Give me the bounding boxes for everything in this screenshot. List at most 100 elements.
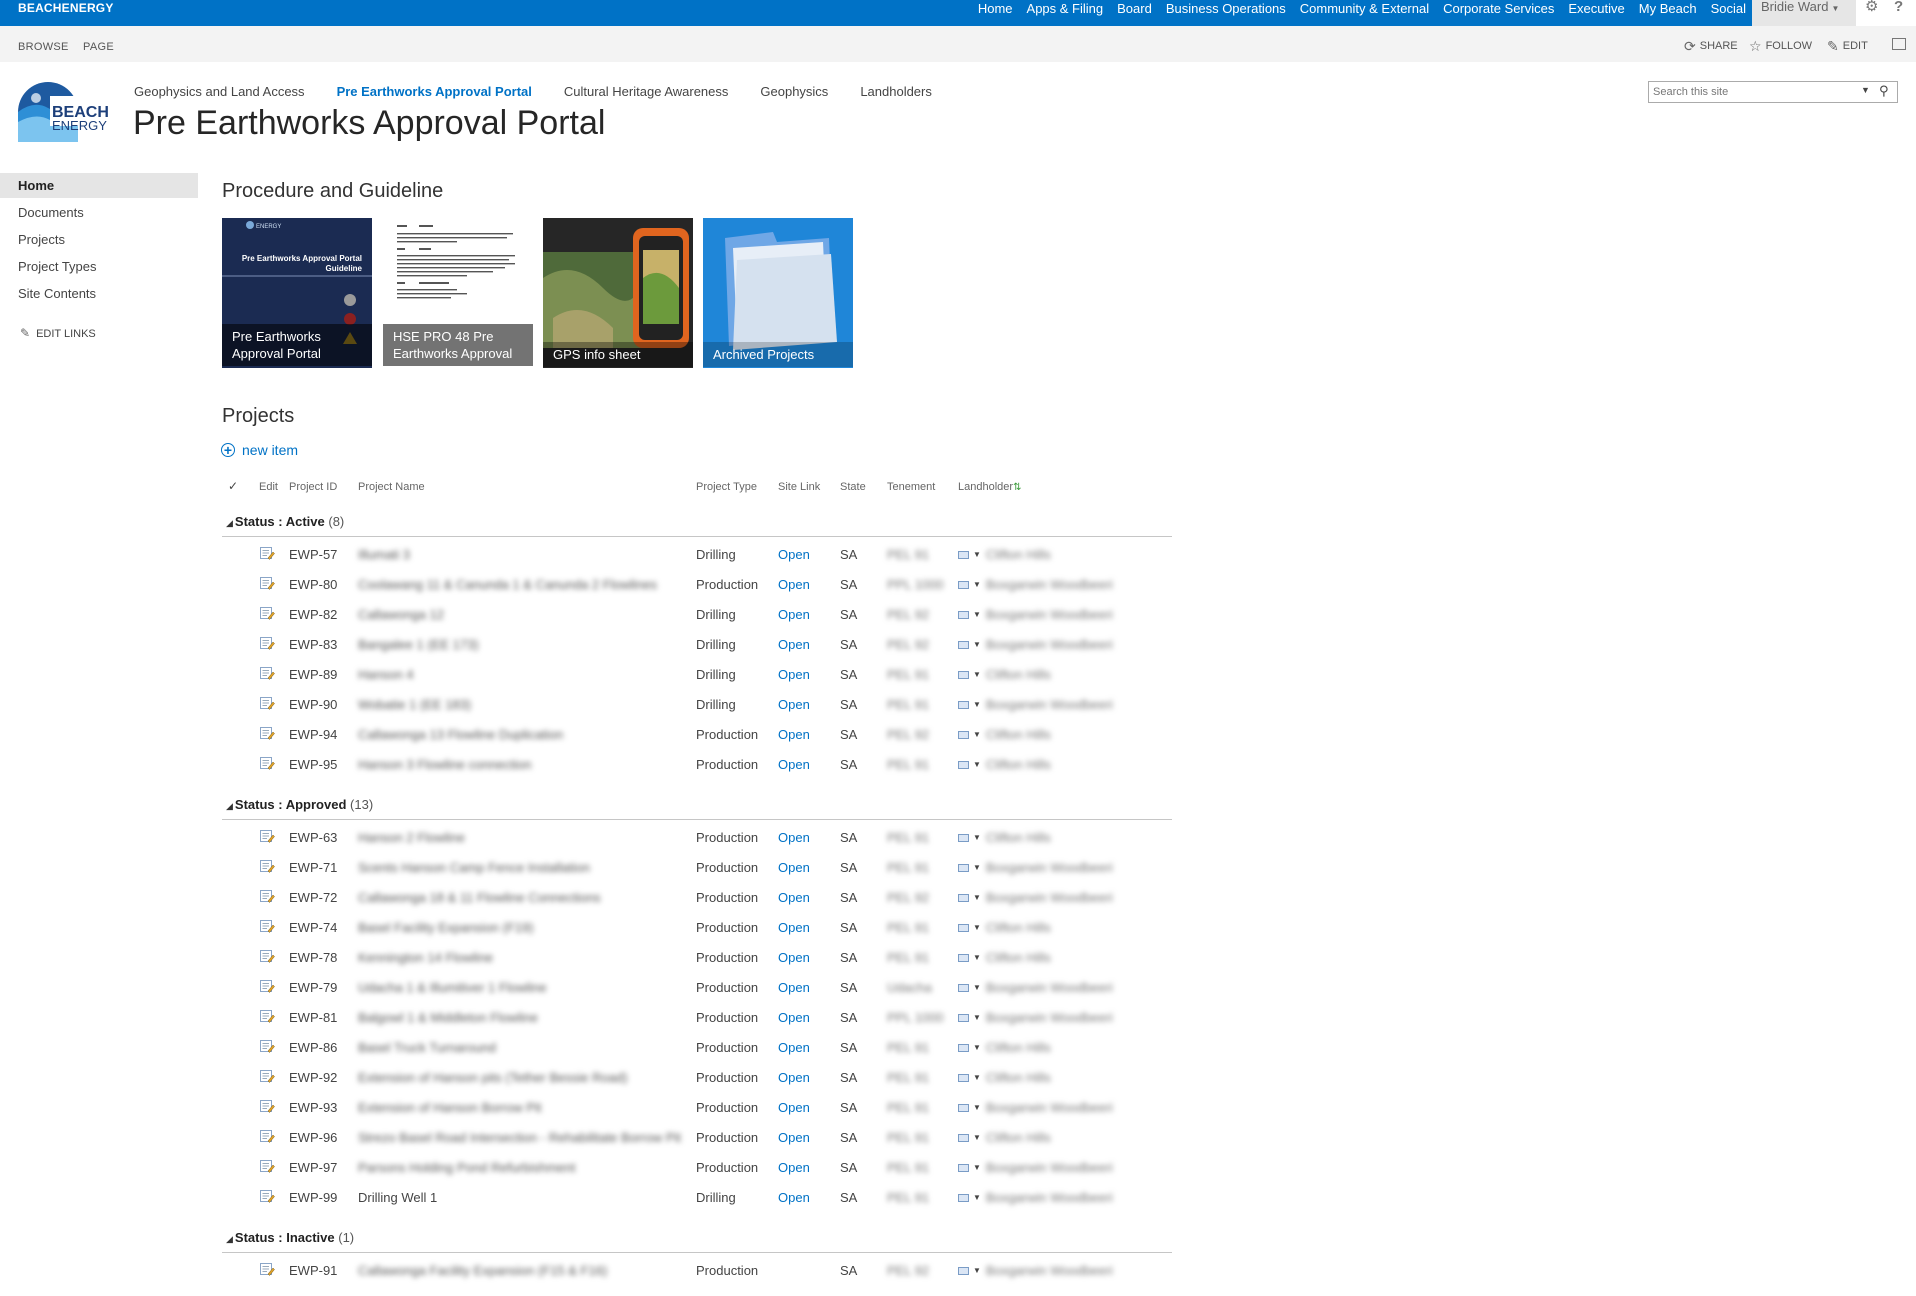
project-name[interactable]: Hanson 2 Flowline	[358, 830, 465, 845]
left-nav-home[interactable]: Home	[0, 173, 198, 198]
project-name[interactable]: Udacha 1 & Illumitiver 1 Flowline	[358, 980, 547, 995]
chevron-down-icon[interactable]: ▼	[973, 640, 981, 649]
landholder[interactable]: Clifton Hills	[986, 950, 1051, 965]
brand-label[interactable]: BEACHENERGY	[18, 0, 114, 17]
chevron-down-icon[interactable]: ▼	[973, 610, 981, 619]
table-row[interactable]: EWP-97 Parsons Holding Pond Refurbishment…	[222, 1152, 1172, 1182]
presence-card-icon[interactable]	[958, 983, 969, 992]
chevron-down-icon[interactable]: ▼	[973, 700, 981, 709]
landholder[interactable]: Boxgarwin Woodbeeri	[986, 890, 1113, 905]
landholder[interactable]: Clifton Hills	[986, 667, 1051, 682]
table-row[interactable]: EWP-74 Basel Facility Expansion (F19) Prod…	[222, 912, 1172, 942]
site-link[interactable]: Open	[778, 1160, 810, 1175]
presence-card-icon[interactable]	[958, 833, 969, 842]
landholder[interactable]: Clifton Hills	[986, 727, 1051, 742]
landholder[interactable]: Boxgarwin Woodbeeri	[986, 1263, 1113, 1278]
chevron-down-icon[interactable]: ▼	[973, 760, 981, 769]
landholder[interactable]: Boxgarwin Woodbeeri	[986, 1190, 1113, 1205]
edit-document-icon[interactable]	[259, 605, 275, 621]
col-project-name[interactable]: Project Name	[358, 481, 425, 493]
col-site-link[interactable]: Site Link	[778, 481, 820, 493]
follow-button[interactable]: ☆ FOLLOW	[1749, 39, 1812, 53]
table-row[interactable]: EWP-89 Hanson 4 Drilling Open SA PEL 91 ▼ Clift…	[222, 659, 1172, 689]
project-name[interactable]: Basel Truck Turnaround	[358, 1040, 496, 1055]
table-row[interactable]: EWP-72 Callawonga 18 & 11 Flowline Connec…	[222, 882, 1172, 912]
site-link[interactable]: Open	[778, 890, 810, 905]
suite-nav-home[interactable]: Home	[978, 0, 1013, 26]
edit-document-icon[interactable]	[259, 635, 275, 651]
presence-card-icon[interactable]	[958, 550, 969, 559]
col-state[interactable]: State	[840, 481, 866, 493]
presence-card-icon[interactable]	[958, 863, 969, 872]
site-link[interactable]: Open	[778, 547, 810, 562]
presence-card-icon[interactable]	[958, 1013, 969, 1022]
presence-card-icon[interactable]	[958, 923, 969, 932]
collapse-triangle-icon[interactable]: ◢	[226, 801, 233, 811]
presence-card-icon[interactable]	[958, 1193, 969, 1202]
site-link[interactable]: Open	[778, 1190, 810, 1205]
project-name[interactable]: Extension of Hanson pits (Tether Bessie …	[358, 1070, 628, 1085]
chevron-down-icon[interactable]: ▼	[973, 923, 981, 932]
chevron-down-icon[interactable]: ▼	[973, 953, 981, 962]
presence-card-icon[interactable]	[958, 610, 969, 619]
chevron-down-icon[interactable]: ▼	[973, 893, 981, 902]
project-name[interactable]: Hanson 4	[358, 667, 414, 682]
focus-on-content-icon[interactable]	[1892, 38, 1906, 50]
project-name[interactable]: Callawonga 12	[358, 607, 444, 622]
table-row[interactable]: EWP-95 Hanson 3 Flowline connection Produc…	[222, 749, 1172, 779]
chevron-down-icon[interactable]: ▼	[973, 1163, 981, 1172]
edit-document-icon[interactable]	[259, 1038, 275, 1054]
tile-pre-earthworks-portal[interactable]: ENERGY Pre Earthworks Approval Portal Gu…	[222, 218, 372, 368]
site-link[interactable]: Open	[778, 1100, 810, 1115]
site-link[interactable]: Open	[778, 1130, 810, 1145]
edit-document-icon[interactable]	[259, 1098, 275, 1114]
edit-document-icon[interactable]	[259, 725, 275, 741]
table-row[interactable]: EWP-57 Illumati 3 Drilling Open SA PEL 91 ▼ Cli…	[222, 539, 1172, 569]
table-row[interactable]: EWP-93 Extension of Hanson Borrow Pit Prod…	[222, 1092, 1172, 1122]
edit-document-icon[interactable]	[259, 978, 275, 994]
site-link[interactable]: Open	[778, 950, 810, 965]
edit-document-icon[interactable]	[259, 1158, 275, 1174]
group-header[interactable]: ◢ Status : Approved (13)	[222, 793, 1172, 820]
chevron-down-icon[interactable]: ▼	[973, 1133, 981, 1142]
site-link[interactable]: Open	[778, 1010, 810, 1025]
chevron-down-icon[interactable]: ▼	[973, 670, 981, 679]
project-name[interactable]: Basel Facility Expansion (F19)	[358, 920, 534, 935]
gear-icon[interactable]: ⚙	[1865, 0, 1878, 14]
search-scope-dropdown-icon[interactable]: ▼	[1861, 85, 1870, 95]
project-name[interactable]: Drilling Well 1	[358, 1190, 437, 1205]
select-all-checkbox[interactable]: ✓	[228, 479, 238, 493]
edit-links-button[interactable]: ✎ EDIT LINKS	[20, 326, 96, 340]
site-link[interactable]: Open	[778, 577, 810, 592]
left-nav-projects[interactable]: Projects	[0, 227, 198, 252]
col-project-id[interactable]: Project ID	[289, 481, 337, 493]
presence-card-icon[interactable]	[958, 1163, 969, 1172]
site-link[interactable]: Open	[778, 757, 810, 772]
site-link[interactable]: Open	[778, 607, 810, 622]
suite-nav-community-external[interactable]: Community & External	[1300, 0, 1429, 26]
group-header[interactable]: ◢ Status : Inactive (1)	[222, 1226, 1172, 1253]
chevron-down-icon[interactable]: ▼	[973, 1266, 981, 1275]
project-name[interactable]: Callawonga 18 & 11 Flowline Connections	[358, 890, 601, 905]
col-landholder[interactable]: Landholder⇅	[958, 481, 1021, 493]
landholder[interactable]: Clifton Hills	[986, 1070, 1051, 1085]
new-item-button[interactable]: + new item	[221, 442, 298, 458]
site-link[interactable]: Open	[778, 697, 810, 712]
edit-document-icon[interactable]	[259, 918, 275, 934]
project-name[interactable]: Extension of Hanson Borrow Pit	[358, 1100, 542, 1115]
site-link[interactable]: Open	[778, 980, 810, 995]
presence-card-icon[interactable]	[958, 670, 969, 679]
landholder[interactable]: Boxgarwin Woodbeeri	[986, 1160, 1113, 1175]
edit-document-icon[interactable]	[259, 695, 275, 711]
table-row[interactable]: EWP-71 Scents Hanson Camp Fence Installat…	[222, 852, 1172, 882]
project-name[interactable]: Hanson 3 Flowline connection	[358, 757, 531, 772]
table-row[interactable]: EWP-90 Wobatie 1 (EE 183) Drilling Open SA PE…	[222, 689, 1172, 719]
top-nav-geophysics[interactable]: Geophysics	[760, 84, 828, 99]
suite-nav-corporate-services[interactable]: Corporate Services	[1443, 0, 1554, 26]
edit-page-button[interactable]: ✎ EDIT	[1827, 39, 1868, 53]
top-nav-geophysics-land-access[interactable]: Geophysics and Land Access	[134, 84, 305, 99]
top-nav-landholders[interactable]: Landholders	[860, 84, 932, 99]
edit-document-icon[interactable]	[259, 1008, 275, 1024]
edit-document-icon[interactable]	[259, 575, 275, 591]
edit-document-icon[interactable]	[259, 1188, 275, 1204]
